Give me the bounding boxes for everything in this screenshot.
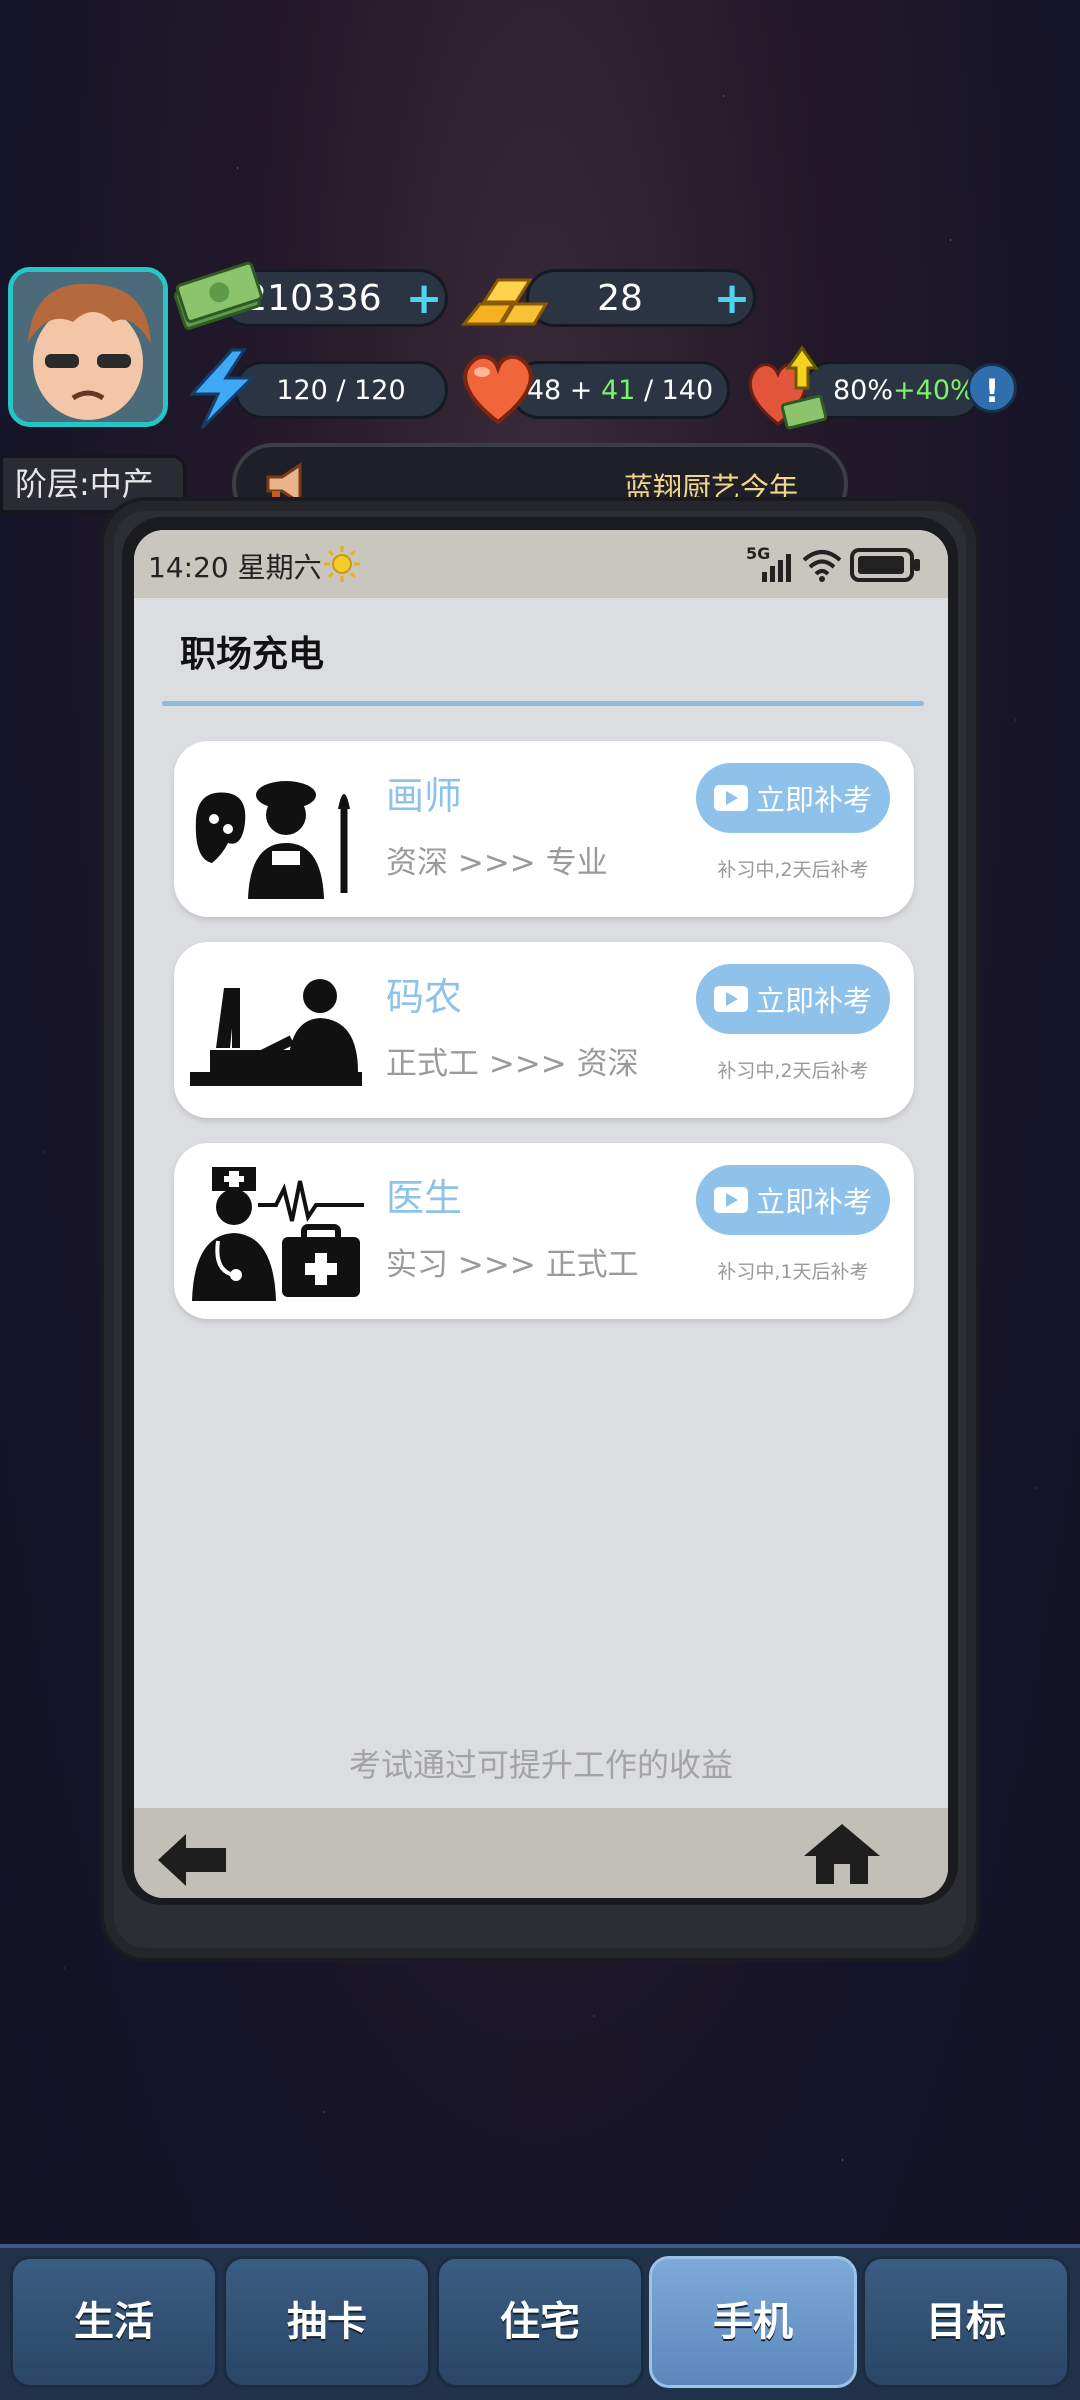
money-add-button[interactable]: + bbox=[403, 273, 445, 324]
study-status-note: 补习中,1天后补考 bbox=[717, 1261, 869, 1283]
phone-screen: 14:20 星期六 5G 职场充电 画师 资深 >>> 专业 立即补考 补习中,… bbox=[134, 530, 948, 1898]
doctor-icon bbox=[192, 1167, 364, 1301]
retake-exam-label: 立即补考 bbox=[755, 984, 872, 1018]
energy-bar: 120 / 120 bbox=[234, 361, 448, 419]
job-name: 码农 bbox=[386, 975, 463, 1019]
gold-bars-icon bbox=[460, 278, 549, 326]
retake-exam-button[interactable]: 立即补考 bbox=[696, 1165, 890, 1235]
player-avatar[interactable] bbox=[8, 267, 168, 427]
study-status-note: 补习中,2天后补考 bbox=[717, 859, 869, 881]
job-progress: 资深 >>> 专业 bbox=[386, 845, 608, 881]
video-play-icon bbox=[713, 1187, 748, 1213]
video-play-icon bbox=[713, 986, 748, 1012]
job-name: 医生 bbox=[386, 1176, 463, 1220]
title-underline bbox=[162, 701, 924, 706]
status-weekday: 星期六 bbox=[237, 551, 322, 584]
retake-exam-label: 立即补考 bbox=[755, 1185, 872, 1219]
job-card-painter: 画师 资深 >>> 专业 立即补考 补习中,2天后补考 bbox=[174, 741, 914, 917]
gold-add-button[interactable]: + bbox=[711, 273, 753, 324]
tab-phone[interactable]: 手机 bbox=[649, 2256, 857, 2388]
job-name: 画师 bbox=[386, 774, 463, 818]
retake-exam-label: 立即补考 bbox=[755, 783, 872, 817]
back-arrow-icon[interactable] bbox=[156, 1832, 230, 1888]
job-progress: 正式工 >>> 资深 bbox=[386, 1046, 639, 1082]
energy-value: 120 / 120 bbox=[276, 374, 406, 406]
cash-icon bbox=[173, 261, 263, 330]
signal-icon bbox=[762, 554, 791, 582]
battery-icon bbox=[850, 548, 920, 582]
retake-exam-button[interactable]: 立即补考 bbox=[696, 964, 890, 1034]
mood-bonus: +40% bbox=[893, 374, 976, 406]
video-play-icon bbox=[713, 785, 748, 811]
health-max: / 140 bbox=[643, 374, 714, 406]
job-card-doctor: 医生 实习 >>> 正式工 立即补考 补习中,1天后补考 bbox=[174, 1143, 914, 1319]
tab-goals[interactable]: 目标 bbox=[862, 2256, 1070, 2388]
status-time: 14:20 bbox=[148, 551, 229, 584]
mood-value: 80% bbox=[833, 374, 894, 406]
programmer-icon bbox=[190, 979, 362, 1086]
tab-life[interactable]: 生活 bbox=[10, 2256, 218, 2388]
status-bar: 14:20 星期六 5G bbox=[134, 530, 948, 598]
avatar-face-icon bbox=[13, 272, 163, 422]
health-bar: 48 + 41 / 140 bbox=[510, 361, 730, 419]
gold-value: 28 bbox=[597, 277, 643, 319]
heart-icon bbox=[463, 354, 533, 425]
mood-boost-icon bbox=[748, 345, 828, 430]
health-bonus: 41 bbox=[600, 374, 636, 406]
home-icon[interactable] bbox=[802, 1822, 882, 1886]
phone-nav-bar bbox=[134, 1808, 948, 1898]
tab-housing[interactable]: 住宅 bbox=[436, 2256, 644, 2388]
tab-gacha[interactable]: 抽卡 bbox=[223, 2256, 431, 2388]
job-card-programmer: 码农 正式工 >>> 资深 立即补考 补习中,2天后补考 bbox=[174, 942, 914, 1118]
app-title: 职场充电 bbox=[180, 634, 325, 675]
painter-icon bbox=[195, 781, 350, 899]
info-alert-button[interactable]: ! bbox=[967, 363, 1017, 413]
gold-bar: 28 + bbox=[526, 269, 756, 327]
lightning-icon bbox=[188, 348, 256, 430]
exam-hint-text: 考试通过可提升工作的收益 bbox=[348, 1746, 733, 1784]
sun-icon bbox=[324, 546, 360, 582]
study-status-note: 补习中,2天后补考 bbox=[717, 1060, 869, 1082]
job-progress: 实习 >>> 正式工 bbox=[386, 1247, 639, 1283]
wifi-icon bbox=[802, 550, 842, 582]
retake-exam-button[interactable]: 立即补考 bbox=[696, 763, 890, 833]
